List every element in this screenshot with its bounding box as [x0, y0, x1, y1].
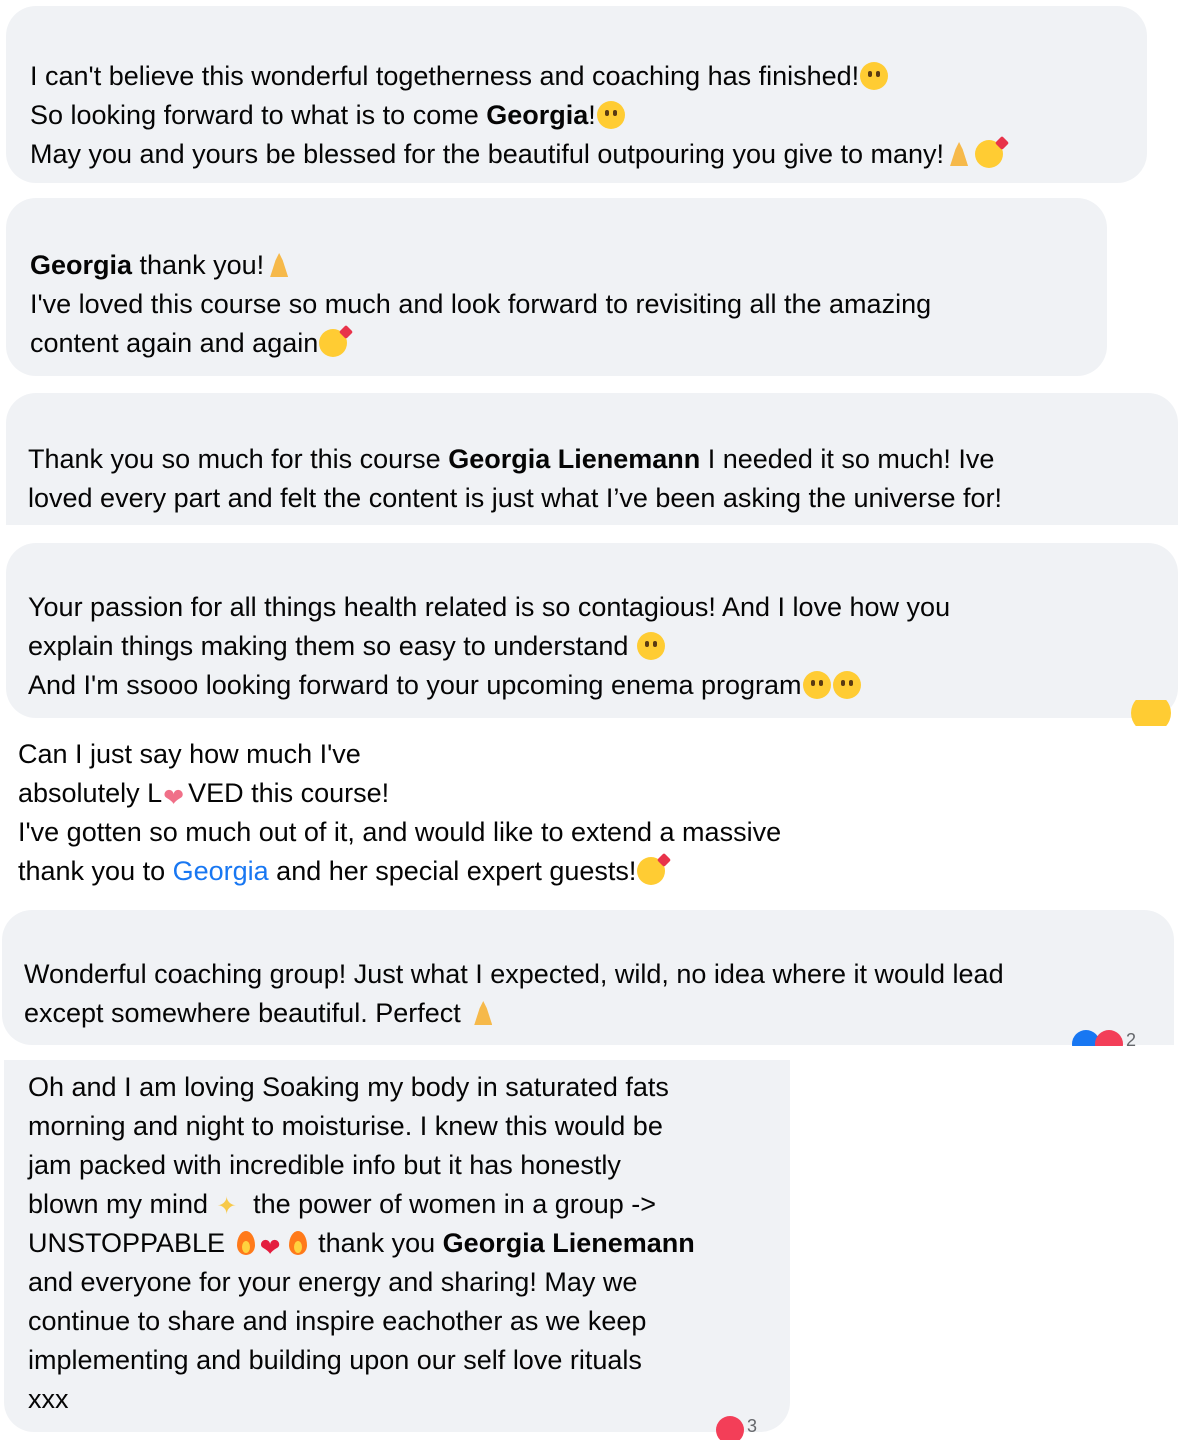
comment-1-line-3: May you and yours be blessed for the bea…: [30, 135, 1004, 174]
fire-icon: [286, 1229, 310, 1257]
haha-reaction-icon: [1131, 700, 1171, 726]
praying-hands-icon: [469, 999, 497, 1027]
comment-7-line-7: continue to share and inspire eachother …: [28, 1306, 647, 1336]
reaction-badge-love[interactable]: 3: [716, 1416, 757, 1440]
comment-bubble-1: I can't believe this wonderful togethern…: [6, 6, 1147, 183]
love-reaction-icon: [716, 1416, 744, 1440]
sparkles-icon: [217, 1187, 245, 1226]
comment-5-line-4: thank you to Georgia and her special exp…: [18, 852, 666, 891]
comment-7-line-8: implementing and building upon our self …: [28, 1345, 642, 1375]
comment-5: Can I just say how much I've absolutely …: [0, 735, 1182, 895]
comment-2-line-3: content again and again: [30, 324, 348, 363]
smiling-face-with-hearts-icon: [319, 329, 348, 357]
comment-6-line-2: except somewhere beautiful. Perfect: [24, 994, 498, 1033]
comment-3-line-1: Thank you so much for this course Georgi…: [28, 444, 995, 474]
comment-7-line-6: and everyone for your energy and sharing…: [28, 1267, 638, 1297]
comment-bubble-4: Your passion for all things health relat…: [6, 543, 1178, 718]
comment-5-line-1: Can I just say how much I've: [18, 739, 361, 769]
comment-1-line-2: So looking forward to what is to come Ge…: [30, 96, 626, 135]
comment-6-line-1: Wonderful coaching group! Just what I ex…: [24, 959, 1004, 989]
praying-hands-icon: [945, 140, 973, 168]
comment-7-line-5: UNSTOPPABLE thank you Georgia Lienemann: [28, 1224, 695, 1268]
comment-bubble-3: Thank you so much for this course Georgi…: [6, 393, 1178, 525]
mention-georgia[interactable]: Georgia: [486, 100, 588, 130]
comment-7-line-9: xxx: [28, 1384, 69, 1414]
comment-4-line-1: Your passion for all things health relat…: [28, 592, 951, 622]
love-reaction-icon: [1095, 1030, 1123, 1046]
comment-5-line-3: I've gotten so much out of it, and would…: [18, 817, 782, 847]
comment-bubble-7: Oh and I am loving Soaking my body in sa…: [4, 1060, 790, 1432]
comment-3-line-2: loved every part and felt the content is…: [28, 483, 1003, 513]
comment-7-line-1: Oh and I am loving Soaking my body in sa…: [28, 1072, 669, 1102]
red-heart-icon: [260, 1229, 284, 1268]
comment-5-line-2: absolutely LVED this course!: [18, 774, 389, 818]
comment-4-line-3: And I'm ssooo looking forward to your up…: [28, 666, 862, 705]
mention-georgia-lienemann[interactable]: Georgia Lienemann: [443, 1228, 695, 1258]
crying-face-icon: [860, 62, 889, 90]
winking-face-with-tongue-icon: [802, 671, 831, 699]
grinning-face-icon: [596, 101, 625, 129]
comment-4-line-2: explain things making them so easy to un…: [28, 627, 666, 666]
comment-bubble-6: Wonderful coaching group! Just what I ex…: [2, 910, 1174, 1045]
comment-2-line-1: Georgia thank you!: [30, 246, 294, 285]
comment-2-line-2: I've loved this course so much and look …: [30, 289, 932, 319]
reaction-count: 3: [747, 1416, 758, 1436]
mention-link-georgia[interactable]: Georgia: [173, 856, 269, 886]
smiling-face-with-hearts-icon: [975, 140, 1004, 168]
face-with-tears-of-joy-icon: [832, 671, 861, 699]
smiling-face-with-hearts-icon: [637, 857, 666, 885]
comment-7-line-2: morning and night to moisturise. I knew …: [28, 1111, 663, 1141]
mention-georgia-lienemann[interactable]: Georgia Lienemann: [448, 444, 700, 474]
reaction-badge-haha[interactable]: [1131, 700, 1171, 726]
fire-icon: [234, 1229, 258, 1257]
comment-7-line-3: jam packed with incredible info but it h…: [28, 1150, 621, 1180]
mention-georgia[interactable]: Georgia: [30, 250, 132, 280]
comment-7-line-4: blown my mind the power of women in a gr…: [28, 1185, 656, 1226]
heart-icon: [163, 779, 187, 818]
reaction-count: 2: [1126, 1030, 1137, 1046]
grinning-face-icon: [636, 632, 665, 660]
reaction-badge-like-love[interactable]: 2: [1072, 1030, 1136, 1046]
praying-hands-icon: [265, 251, 293, 279]
comment-bubble-2: Georgia thank you! I've loved this cours…: [6, 198, 1107, 376]
comment-text: I can't believe this wonderful togethern…: [30, 61, 860, 91]
comment-1-line-1: I can't believe this wonderful togethern…: [30, 57, 889, 96]
